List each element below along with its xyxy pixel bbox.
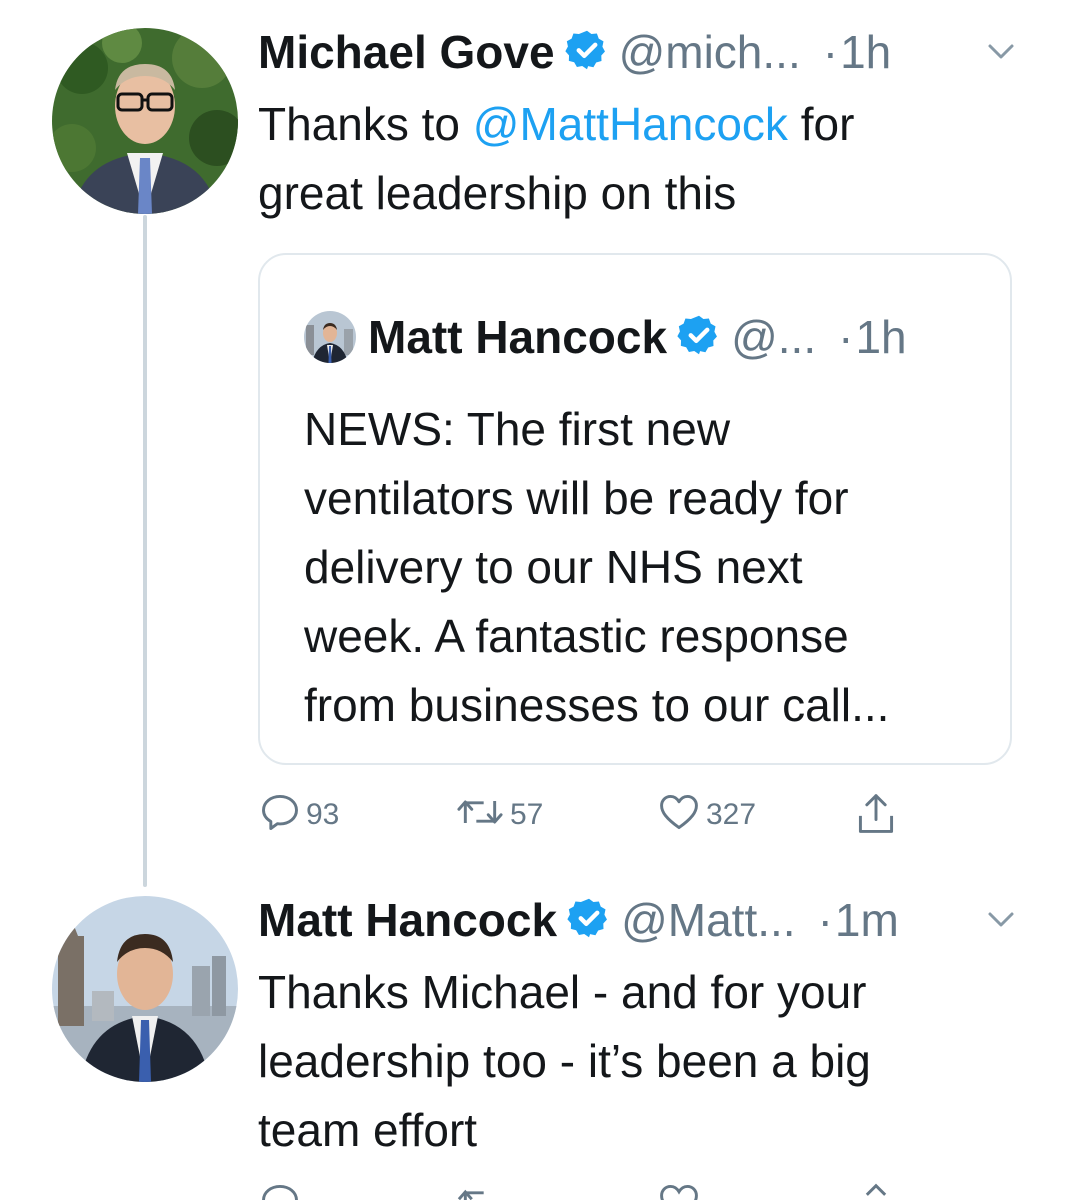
share-upload-icon[interactable] — [854, 1180, 898, 1200]
reply-bubble-icon — [262, 794, 298, 830]
verified-badge-icon — [567, 896, 611, 945]
reply-bubble-icon[interactable] — [258, 1180, 302, 1200]
retweet-arrows-icon — [457, 800, 503, 824]
tweet-body: Thanks Michael - and for your leadership… — [258, 966, 871, 1156]
tweet-action-bar: 93 57 327 — [258, 790, 958, 850]
separator-dot: · — [817, 894, 833, 946]
tweet-timestamp[interactable]: 1m — [835, 893, 899, 947]
tweet-header: Matt Hancock @Matt... · 1m — [258, 890, 899, 950]
verified-badge-icon — [677, 313, 721, 362]
reply-button[interactable]: 93 — [258, 790, 339, 834]
quoted-author-avatar — [304, 311, 356, 363]
quoted-tweet-header: Matt Hancock @... · 1h — [304, 305, 907, 369]
quoted-author-handle: @... — [731, 311, 817, 363]
reply-count: 93 — [306, 798, 340, 831]
retweet-button[interactable]: 57 — [454, 790, 543, 834]
heart-icon — [660, 794, 698, 830]
separator-dot: · — [838, 311, 854, 363]
thread-connector-line — [143, 215, 147, 887]
tweet-action-bar-partial — [258, 1180, 958, 1200]
avatar-matt-hancock[interactable] — [52, 896, 238, 1082]
verified-badge-icon — [564, 28, 609, 77]
retweet-arrows-icon[interactable] — [454, 1180, 506, 1200]
author-handle[interactable]: @Matt... — [621, 893, 796, 947]
tweet-text-start: Thanks to — [258, 98, 473, 150]
tweet-body: Thanks to @MattHancock for great leaders… — [258, 90, 854, 228]
quoted-tweet-card[interactable]: Matt Hancock @... · 1h NEWS: The first n… — [258, 253, 1012, 765]
author-display-name[interactable]: Matt Hancock — [258, 893, 557, 947]
like-button[interactable]: 327 — [656, 790, 756, 834]
heart-icon[interactable] — [656, 1180, 702, 1200]
share-upload-icon — [858, 794, 894, 833]
chevron-down-icon[interactable] — [986, 42, 1016, 62]
quoted-tweet-text: NEWS: The first new ventilators will be … — [304, 403, 890, 731]
share-button[interactable] — [854, 790, 898, 838]
tweet-timestamp[interactable]: 1h — [840, 25, 891, 79]
quoted-tweet-timestamp: 1h — [855, 311, 907, 363]
separator-dot: · — [822, 26, 839, 78]
author-display-name[interactable]: Michael Gove — [258, 25, 555, 79]
tweet-header: Michael Gove @mich... · 1h — [258, 22, 891, 82]
retweet-count: 57 — [510, 798, 544, 831]
author-handle[interactable]: @mich... — [619, 25, 801, 79]
chevron-down-icon[interactable] — [986, 910, 1016, 930]
like-count: 327 — [706, 798, 757, 831]
mention-link[interactable]: @MattHancock — [473, 98, 788, 150]
quoted-author-display-name: Matt Hancock — [368, 311, 668, 363]
avatar-michael-gove[interactable] — [52, 28, 238, 214]
